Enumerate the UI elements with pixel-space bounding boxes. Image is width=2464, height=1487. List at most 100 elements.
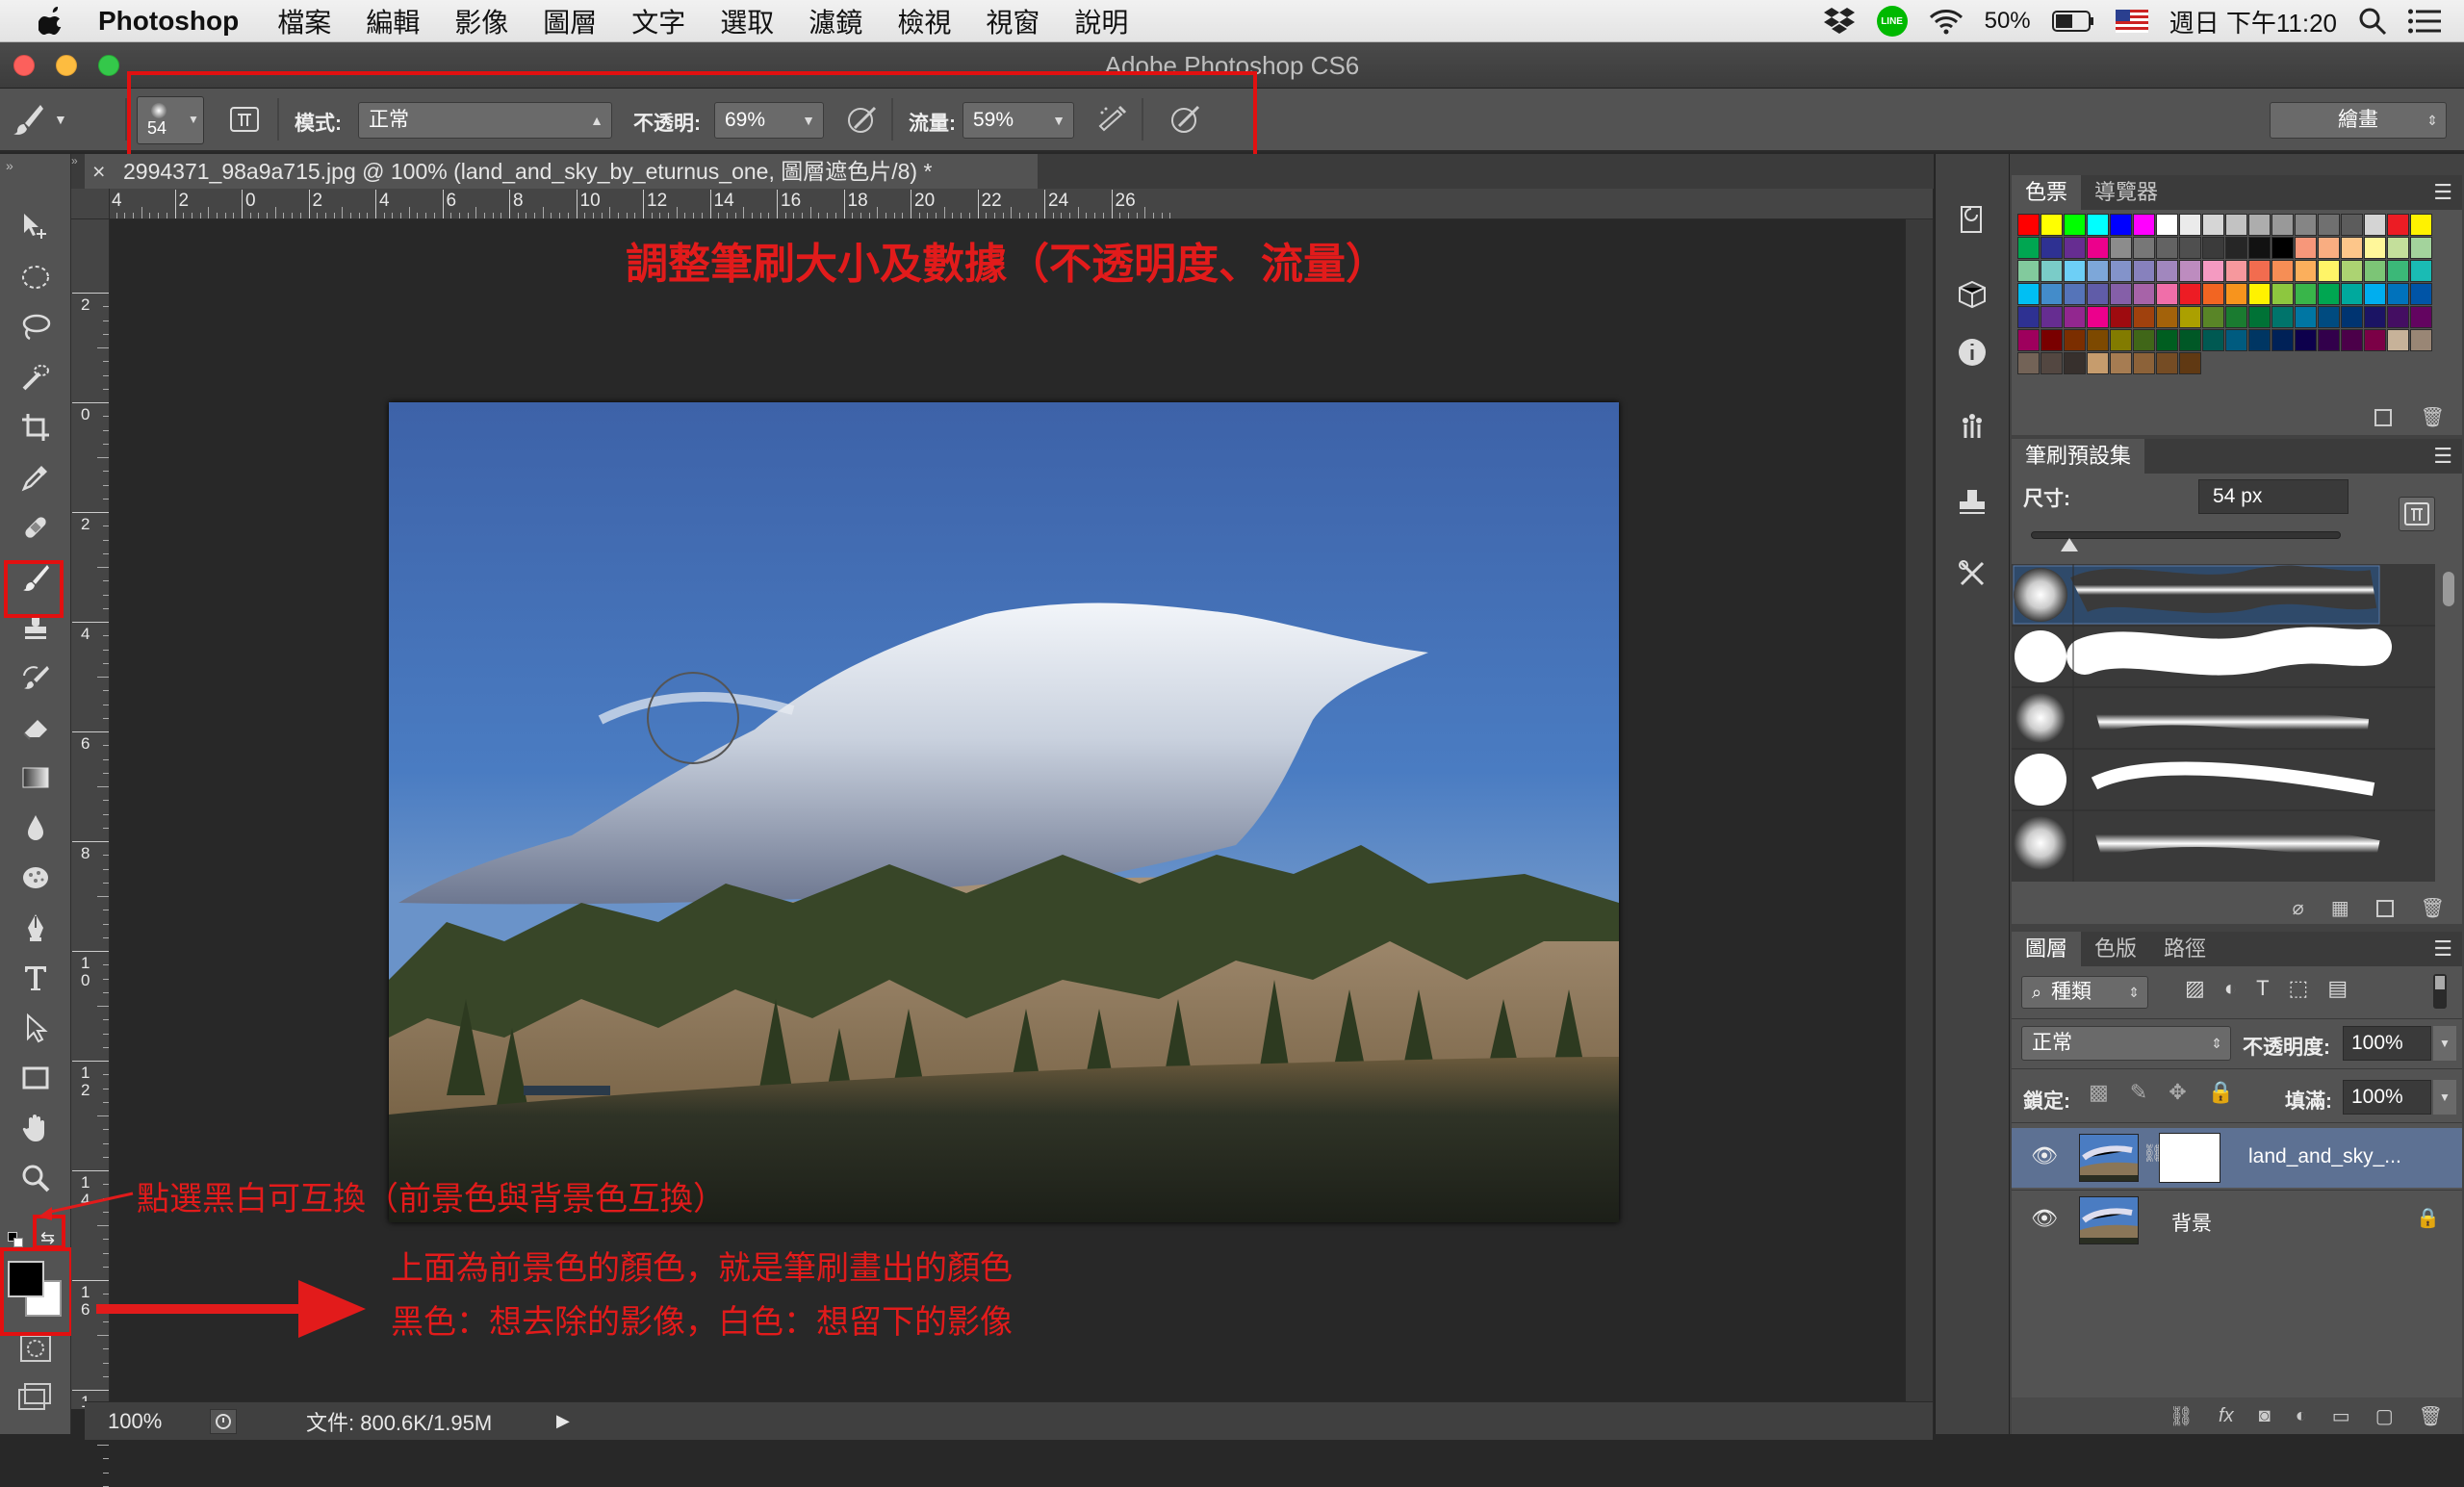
color-swatch[interactable] [2225, 237, 2247, 259]
color-swatch[interactable] [2225, 260, 2247, 282]
color-swatch[interactable] [2410, 283, 2432, 305]
color-swatch[interactable] [2318, 214, 2340, 236]
panel-menu-icon[interactable]: ☰ [2433, 444, 2452, 469]
color-swatch[interactable] [2017, 283, 2040, 305]
history-panel-button[interactable] [1953, 200, 1991, 239]
color-swatch[interactable] [2364, 283, 2386, 305]
color-swatch[interactable] [2179, 260, 2201, 282]
clone-source-panel-button[interactable] [1953, 481, 1991, 520]
new-group-folder-icon[interactable]: ▭ [2332, 1404, 2350, 1428]
color-swatch[interactable] [2040, 283, 2063, 305]
color-swatch[interactable] [2064, 283, 2086, 305]
sponge-tool[interactable] [0, 853, 71, 903]
color-swatch[interactable] [2040, 352, 2063, 374]
color-swatch[interactable] [2248, 260, 2271, 282]
color-swatch[interactable] [2133, 352, 2155, 374]
color-swatch[interactable] [2295, 237, 2317, 259]
battery-icon[interactable] [2051, 11, 2094, 32]
color-swatch[interactable] [2410, 260, 2432, 282]
document-image[interactable] [389, 402, 1619, 1222]
lock-position-icon[interactable]: ✥ [2169, 1080, 2186, 1105]
menu-edit[interactable]: 編輯 [366, 2, 420, 40]
color-swatch[interactable] [2364, 260, 2386, 282]
color-swatch[interactable] [2040, 329, 2063, 351]
lock-image-pixels-icon[interactable]: ✎ [2130, 1080, 2147, 1105]
menu-help[interactable]: 說明 [1074, 2, 1128, 40]
trash-icon[interactable]: 🗑 [2421, 896, 2445, 920]
trash-icon[interactable]: 🗑 [2419, 1404, 2443, 1428]
color-swatch[interactable] [2156, 214, 2178, 236]
layer-row[interactable]: 👁 背景 🔒 [2012, 1190, 2462, 1249]
brush-panel-button[interactable] [1953, 406, 1991, 445]
quick-mask-button[interactable] [19, 1334, 52, 1363]
tab-close-icon[interactable]: × [92, 154, 105, 189]
color-swatch[interactable] [2064, 237, 2086, 259]
add-layer-mask-icon[interactable]: ◙ [2259, 1405, 2271, 1427]
layer-mask-thumbnail[interactable] [2159, 1133, 2220, 1183]
color-swatch[interactable] [2017, 329, 2040, 351]
menu-view[interactable]: 檢視 [897, 2, 951, 40]
color-swatch[interactable] [2225, 283, 2247, 305]
color-swatch[interactable] [2387, 283, 2409, 305]
marquee-tool[interactable] [0, 252, 71, 302]
brush-size-input[interactable]: 54 px [2198, 479, 2348, 514]
color-swatch[interactable] [2272, 260, 2294, 282]
menu-select[interactable]: 選取 [720, 2, 774, 40]
color-swatch[interactable] [2248, 214, 2271, 236]
color-swatch[interactable] [2179, 283, 2201, 305]
brush-tool-preset-icon[interactable] [10, 100, 48, 139]
dropbox-icon[interactable] [1823, 7, 1856, 36]
color-swatch[interactable] [2341, 260, 2363, 282]
color-swatch[interactable] [2110, 306, 2132, 328]
zoom-tool[interactable] [0, 1153, 71, 1203]
canvas-area[interactable]: 調整筆刷大小及數據（不透明度、流量） 點選黑白可互換（前景色與背景色互換） 上面… [110, 219, 1906, 1409]
tool-preset-picker[interactable]: ▼ [10, 100, 67, 139]
color-swatch[interactable] [2295, 306, 2317, 328]
color-swatch[interactable] [2202, 214, 2224, 236]
filter-smart-objects-icon[interactable]: ▤ [2327, 976, 2348, 1001]
3d-panel-button[interactable] [1953, 275, 1991, 314]
color-swatch[interactable] [2225, 329, 2247, 351]
color-swatch[interactable] [2110, 214, 2132, 236]
color-swatch[interactable] [2202, 237, 2224, 259]
workspace-dropdown[interactable]: 繪畫 ⇕ [2270, 102, 2447, 139]
color-swatch[interactable] [2248, 329, 2271, 351]
menu-image[interactable]: 影像 [454, 2, 508, 40]
color-swatch[interactable] [2133, 237, 2155, 259]
link-layers-icon[interactable]: ⛓ [2169, 1404, 2194, 1428]
chevron-down-icon[interactable]: ▼ [54, 112, 67, 127]
panel-collapse-icon[interactable]: » [71, 154, 85, 189]
menu-window[interactable]: 視窗 [986, 2, 1040, 40]
color-swatch[interactable] [2017, 306, 2040, 328]
color-swatch[interactable] [2017, 352, 2040, 374]
panel-menu-icon[interactable]: ☰ [2433, 936, 2452, 961]
color-swatch[interactable] [2202, 329, 2224, 351]
color-swatch[interactable] [2017, 214, 2040, 236]
toolbox-collapse-icon[interactable]: » [0, 154, 70, 202]
move-tool[interactable] [0, 202, 71, 252]
color-swatch[interactable] [2087, 352, 2109, 374]
chevron-down-icon[interactable]: ▼ [2433, 1026, 2456, 1061]
filter-adjustment-layers-icon[interactable]: ◐ [2224, 976, 2237, 1001]
color-swatch[interactable] [2341, 329, 2363, 351]
color-swatch[interactable] [2156, 306, 2178, 328]
new-adjustment-layer-icon[interactable]: ◐ [2296, 1405, 2307, 1427]
tab-channels[interactable]: 色版 [2081, 932, 2150, 966]
color-swatch[interactable] [2364, 306, 2386, 328]
color-swatch[interactable] [2110, 283, 2132, 305]
ruler-origin[interactable] [71, 189, 110, 219]
healing-brush-tool[interactable] [0, 502, 71, 552]
hand-tool[interactable] [0, 1103, 71, 1153]
tab-swatches[interactable]: 色票 [2012, 175, 2082, 210]
color-swatch[interactable] [2133, 329, 2155, 351]
color-swatch[interactable] [2064, 306, 2086, 328]
color-swatch[interactable] [2156, 352, 2178, 374]
color-swatch[interactable] [2110, 237, 2132, 259]
color-swatch[interactable] [2364, 329, 2386, 351]
color-swatch[interactable] [2133, 214, 2155, 236]
minimize-window-button[interactable] [56, 55, 77, 76]
color-swatch[interactable] [2087, 283, 2109, 305]
eraser-tool[interactable] [0, 703, 71, 753]
clock[interactable]: 週日 下午11:20 [2169, 4, 2337, 39]
color-swatch[interactable] [2318, 329, 2340, 351]
